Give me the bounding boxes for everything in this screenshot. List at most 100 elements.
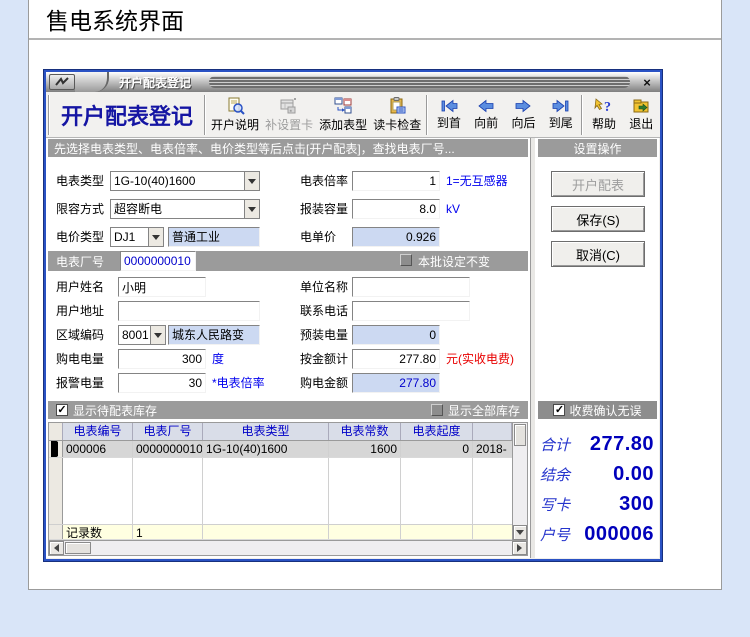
go-last-button[interactable]: 到尾	[542, 94, 579, 136]
alarm-qty-label: 报警电量	[56, 373, 104, 393]
capacity-input[interactable]	[352, 199, 440, 219]
account-no-value: 000006	[584, 523, 654, 546]
next-record-icon	[513, 98, 533, 114]
read-card-check-button[interactable]: 读卡检查	[370, 94, 424, 136]
table-footer-row: 记录数 1	[49, 524, 512, 540]
account-no-label: 户号	[540, 524, 570, 545]
limit-mode-select[interactable]: 超容断电	[110, 199, 260, 219]
chevron-down-icon[interactable]	[244, 171, 260, 191]
limit-mode-value: 超容断电	[110, 199, 244, 219]
chevron-down-icon[interactable]	[150, 325, 166, 345]
table-empty-area	[49, 458, 512, 524]
add-meter-type-button[interactable]: 添加表型	[316, 94, 370, 136]
cell-start-reading: 0	[401, 441, 473, 457]
dialog-titlebar[interactable]: 开户配表登记 ×	[46, 72, 660, 92]
hscroll-thumb[interactable]	[65, 542, 91, 554]
col-header-constant: 电表常数	[329, 423, 401, 440]
go-previous-button[interactable]: 向前	[468, 94, 505, 136]
address-row: 用户地址 联系电话	[46, 301, 530, 321]
cell-meter-type: 1G-10(40)1600	[203, 441, 329, 457]
fee-confirm-label: 收费确认无误	[569, 402, 641, 419]
vscroll-thumb[interactable]	[514, 424, 526, 446]
show-pending-checkbox[interactable]	[56, 404, 68, 416]
save-button[interactable]: 保存(S)	[551, 206, 645, 232]
table-row[interactable]: 000006 0000000010 1G-10(40)1600 1600 0 2…	[49, 441, 512, 458]
balance-value: 0.00	[613, 463, 654, 486]
address-input[interactable]	[118, 301, 260, 321]
purchase-qty-label: 购电电量	[56, 349, 104, 369]
hscroll-track[interactable]	[92, 541, 512, 555]
cancel-button[interactable]: 取消(C)	[551, 241, 645, 267]
user-name-label: 用户姓名	[56, 277, 104, 297]
meter-type-row: 电表类型 1G-10(40)1600 电表倍率 1=无互感器	[46, 171, 530, 191]
page-card: 售电系统界面 开户配表登记 × 开户配表登记 开户说明	[28, 0, 722, 590]
toolbar-button-label: 补设置卡	[265, 116, 313, 133]
exit-icon	[631, 97, 651, 115]
help-icon: ?	[594, 97, 614, 115]
ratio-input[interactable]	[352, 171, 440, 191]
table-horizontal-scrollbar[interactable]	[49, 540, 527, 555]
close-icon[interactable]: ×	[638, 74, 656, 90]
purchase-qty-input[interactable]	[118, 349, 206, 369]
alarm-qty-row: 报警电量 *电表倍率 购电金额 277.80	[46, 373, 530, 393]
phone-input[interactable]	[352, 301, 470, 321]
chevron-down-icon[interactable]	[148, 227, 164, 247]
help-button[interactable]: ? 帮助	[585, 94, 622, 136]
hint-bar: 先选择电表类型、电表倍率、电价类型等后点击[开户配表]，查找电表厂号...	[48, 139, 528, 157]
first-record-icon	[439, 98, 459, 114]
batch-fixed-checkbox[interactable]	[400, 254, 412, 266]
unit-name-input[interactable]	[352, 277, 470, 297]
vscroll-track[interactable]	[513, 447, 527, 525]
unit-price-value: 0.926	[352, 227, 440, 247]
price-type-select[interactable]: DJ1	[110, 227, 164, 247]
toolbar-button-label: 开户说明	[211, 116, 259, 133]
clipboard-icon	[387, 96, 407, 116]
toolbar-separator	[204, 95, 206, 135]
preload-label: 预装电量	[300, 325, 348, 345]
go-first-button[interactable]: 到首	[430, 94, 467, 136]
alarm-qty-input[interactable]	[118, 373, 206, 393]
meter-type-select[interactable]: 1G-10(40)1600	[110, 171, 260, 191]
price-type-desc: 普通工业	[168, 227, 260, 247]
show-all-label: 显示全部库存	[448, 402, 520, 419]
preload-value: 0	[352, 325, 440, 345]
col-header-meter-type: 电表类型	[203, 423, 329, 440]
address-label: 用户地址	[56, 301, 104, 321]
col-header-start-reading: 电表起度	[401, 423, 473, 440]
col-header-extra	[473, 423, 512, 440]
ratio-label: 电表倍率	[300, 171, 348, 191]
price-type-label: 电价类型	[56, 227, 104, 247]
exit-button[interactable]: 退出	[623, 94, 660, 136]
footer-marker-cell	[49, 525, 63, 539]
dialog-title: 开户配表登记	[109, 74, 201, 91]
user-name-input[interactable]	[118, 277, 206, 297]
meter-registration-dialog: 开户配表登记 × 开户配表登记 开户说明 补设置卡	[44, 70, 662, 561]
toolbar-button-label: 帮助	[592, 115, 616, 132]
factory-number-input[interactable]	[120, 251, 196, 271]
card-setup-icon	[279, 96, 299, 116]
purchase-qty-note: 度	[212, 349, 224, 369]
ratio-note: 1=无互感器	[446, 171, 508, 191]
scroll-left-icon[interactable]	[49, 541, 64, 555]
form-panel: 先选择电表类型、电表倍率、电价类型等后点击[开户配表]，查找电表厂号... 电表…	[46, 138, 530, 558]
show-all-checkbox[interactable]	[431, 404, 443, 416]
summary-account-row: 户号 000006	[540, 520, 654, 548]
by-amount-input[interactable]	[352, 349, 440, 369]
pay-amount-value: 277.80	[352, 373, 440, 393]
table-vertical-scrollbar[interactable]	[512, 423, 527, 540]
window-icon	[49, 74, 75, 90]
capacity-note: kV	[446, 199, 460, 219]
open-account-info-button[interactable]: 开户说明	[208, 94, 262, 136]
area-code-select[interactable]: 8001	[118, 325, 166, 345]
confirm-bar: 收费确认无误	[538, 401, 657, 419]
go-next-button[interactable]: 向后	[505, 94, 542, 136]
fee-confirm-checkbox[interactable]	[553, 404, 565, 416]
balance-label: 结余	[540, 464, 570, 485]
scroll-down-icon[interactable]	[513, 525, 527, 540]
meter-type-value: 1G-10(40)1600	[110, 171, 244, 191]
scroll-right-icon[interactable]	[512, 541, 527, 555]
batch-fixed-label: 本批设定不变	[418, 253, 490, 270]
titlebar-grip-decoration	[209, 76, 630, 88]
chevron-down-icon[interactable]	[244, 199, 260, 219]
col-header-meter-no: 电表编号	[63, 423, 133, 440]
